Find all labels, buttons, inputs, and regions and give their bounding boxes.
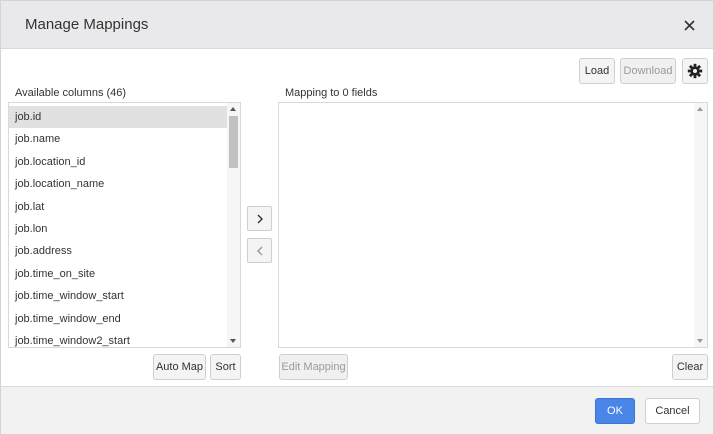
settings-button[interactable] (682, 58, 708, 84)
mapping-list[interactable] (278, 102, 708, 348)
available-columns-scrollbar[interactable] (227, 103, 240, 347)
list-item[interactable]: job.time_on_site (9, 263, 227, 285)
move-right-button[interactable] (247, 206, 272, 231)
list-item[interactable]: job.location_id (9, 151, 227, 173)
ok-button[interactable]: OK (595, 398, 635, 424)
dialog-header: Manage Mappings (1, 1, 713, 49)
available-columns-label: Available columns (46) (15, 87, 127, 99)
list-item[interactable]: job.time_window2_start (9, 330, 227, 347)
chevron-right-icon (257, 214, 263, 223)
list-item[interactable]: job.location_name (9, 173, 227, 195)
scroll-up-icon[interactable] (697, 107, 703, 111)
list-item[interactable]: job.id (9, 106, 227, 128)
scroll-down-icon[interactable] (230, 339, 236, 343)
load-button[interactable]: Load (579, 58, 615, 84)
scroll-down-icon[interactable] (697, 339, 703, 343)
list-item[interactable]: job.lon (9, 218, 227, 240)
clear-button[interactable]: Clear (672, 354, 708, 380)
list-item[interactable]: job.time_window_start (9, 285, 227, 307)
list-item[interactable]: job.address (9, 240, 227, 262)
manage-mappings-dialog: Manage Mappings Load Download Available … (0, 0, 714, 434)
chevron-left-icon (256, 246, 262, 255)
list-item[interactable]: job.name (9, 128, 227, 150)
scrollbar-thumb[interactable] (229, 116, 238, 168)
list-item[interactable]: job.lat (9, 196, 227, 218)
close-icon (684, 20, 695, 31)
mapping-label: Mapping to 0 fields (285, 87, 378, 99)
download-button[interactable]: Download (620, 58, 676, 84)
list-item[interactable]: job.time_window_end (9, 308, 227, 330)
cancel-button[interactable]: Cancel (645, 398, 700, 424)
mapping-scrollbar[interactable] (694, 103, 707, 347)
sort-button[interactable]: Sort (210, 354, 241, 380)
close-button[interactable] (679, 16, 699, 36)
dialog-title: Manage Mappings (25, 16, 149, 33)
available-columns-list[interactable]: job.id job.name job.location_id job.locatio… (8, 102, 241, 348)
scroll-up-icon[interactable] (230, 107, 236, 111)
edit-mapping-button[interactable]: Edit Mapping (279, 354, 348, 380)
gear-icon (687, 63, 703, 79)
auto-map-button[interactable]: Auto Map (153, 354, 206, 380)
move-left-button[interactable] (247, 238, 272, 263)
